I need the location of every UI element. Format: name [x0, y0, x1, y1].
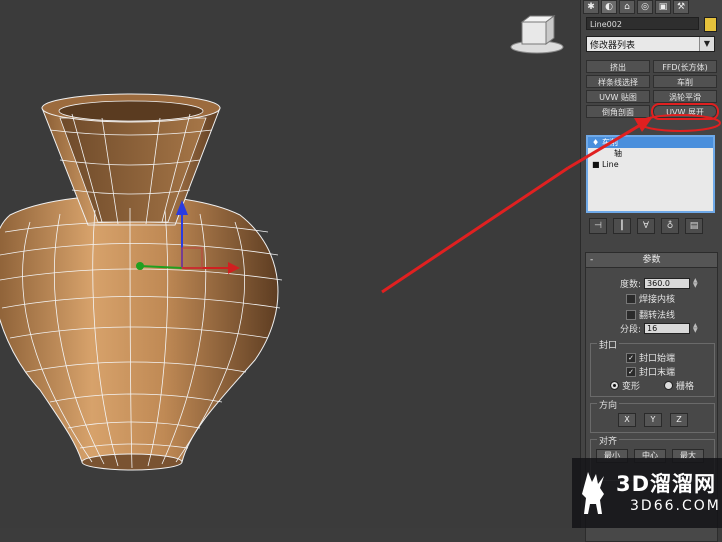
annotation-overlay: [567, 114, 721, 170]
watermark-url: 3D66.COM: [630, 498, 721, 514]
utilities-tab-icon[interactable]: ⚒: [673, 0, 689, 14]
modifier-button-turbosmooth[interactable]: 涡轮平滑: [653, 90, 717, 103]
cap-end-checkbox[interactable]: ✓: [626, 366, 636, 377]
vase-model: [0, 15, 569, 471]
cap-start-checkbox[interactable]: ✓: [626, 352, 636, 363]
spinner-arrows-icon[interactable]: ▲ ▼: [693, 323, 699, 334]
watermark: 3D溜溜网 3D66.COM: [572, 458, 722, 528]
make-unique-icon[interactable]: ∀: [637, 218, 655, 234]
flip-normals-checkbox[interactable]: [626, 309, 636, 320]
flip-normals-row: 翻转法线: [626, 308, 675, 321]
cap-start-row: ✓ 封口始端: [626, 351, 675, 364]
cap-end-row: ✓ 封口末端: [626, 365, 675, 378]
morph-row: 变形: [610, 379, 640, 392]
command-panel: ✱ ◐ ⌂ ◎ ▣ ⚒ Line002 修改器列表 ▼ 挤出 FFD(长方体) …: [580, 0, 722, 542]
object-color-swatch[interactable]: [704, 17, 717, 32]
degrees-spinner[interactable]: 360.0: [644, 278, 691, 289]
segments-spinner[interactable]: 16: [644, 323, 691, 334]
segments-label: 分段:: [620, 325, 642, 335]
modifier-button-ffd-box[interactable]: FFD(长方体): [653, 60, 717, 73]
display-tab-icon[interactable]: ▣: [655, 0, 671, 14]
chevron-down-icon[interactable]: ▼: [699, 37, 714, 51]
create-tab-icon[interactable]: ✱: [583, 0, 599, 14]
grid-radio[interactable]: [664, 381, 673, 390]
weld-core-checkbox[interactable]: [626, 293, 636, 304]
annotation-arrow: [381, 166, 569, 294]
align-label: 对齐: [597, 434, 620, 447]
stack-toolbar: ⊣ ┃ ∀ ♁ ▤: [589, 218, 703, 234]
degrees-label: 度数:: [620, 280, 642, 290]
modifier-list-label: 修改器列表: [590, 41, 636, 51]
grid-row: 栅格: [664, 379, 694, 392]
watermark-brand: 3D溜溜网: [616, 472, 717, 496]
parameters-rollout-header[interactable]: - 参数: [586, 253, 717, 268]
collapse-icon: -: [590, 255, 594, 265]
perspective-viewport[interactable]: [0, 0, 580, 528]
modifier-button-extrude[interactable]: 挤出: [586, 60, 650, 73]
direction-buttons: X Y Z: [618, 413, 688, 427]
direction-label: 方向: [597, 398, 620, 411]
modifier-list-dropdown[interactable]: 修改器列表 ▼: [586, 36, 715, 52]
pin-stack-icon[interactable]: ⊣: [589, 218, 607, 234]
hierarchy-tab-icon[interactable]: ⌂: [619, 0, 635, 14]
deer-logo-icon: [582, 472, 604, 514]
modifier-button-uvw-map[interactable]: UVW 贴图: [586, 90, 650, 103]
command-panel-tabs: ✱ ◐ ⌂ ◎ ▣ ⚒: [583, 0, 689, 14]
direction-x-button[interactable]: X: [618, 413, 636, 427]
morph-radio[interactable]: [610, 381, 619, 390]
segments-row: 分段: 16 ▲ ▼: [620, 322, 699, 336]
view-cube-icon: [510, 15, 564, 54]
remove-modifier-icon[interactable]: ♁: [661, 218, 679, 234]
degrees-row: 度数: 360.0 ▲ ▼: [620, 277, 699, 291]
object-name-field[interactable]: Line002: [586, 17, 699, 30]
show-end-result-icon[interactable]: ┃: [613, 218, 631, 234]
spinner-arrows-icon[interactable]: ▲ ▼: [693, 278, 699, 289]
motion-tab-icon[interactable]: ◎: [637, 0, 653, 14]
direction-y-button[interactable]: Y: [644, 413, 662, 427]
modifier-button-spline-select[interactable]: 样条线选择: [586, 75, 650, 88]
capping-label: 封口: [597, 338, 620, 351]
modifier-button-lathe[interactable]: 车削: [653, 75, 717, 88]
weld-core-row: 焊接内核: [626, 292, 675, 305]
direction-z-button[interactable]: Z: [670, 413, 688, 427]
configure-sets-icon[interactable]: ▤: [685, 218, 703, 234]
modify-tab-icon[interactable]: ◐: [601, 0, 617, 14]
